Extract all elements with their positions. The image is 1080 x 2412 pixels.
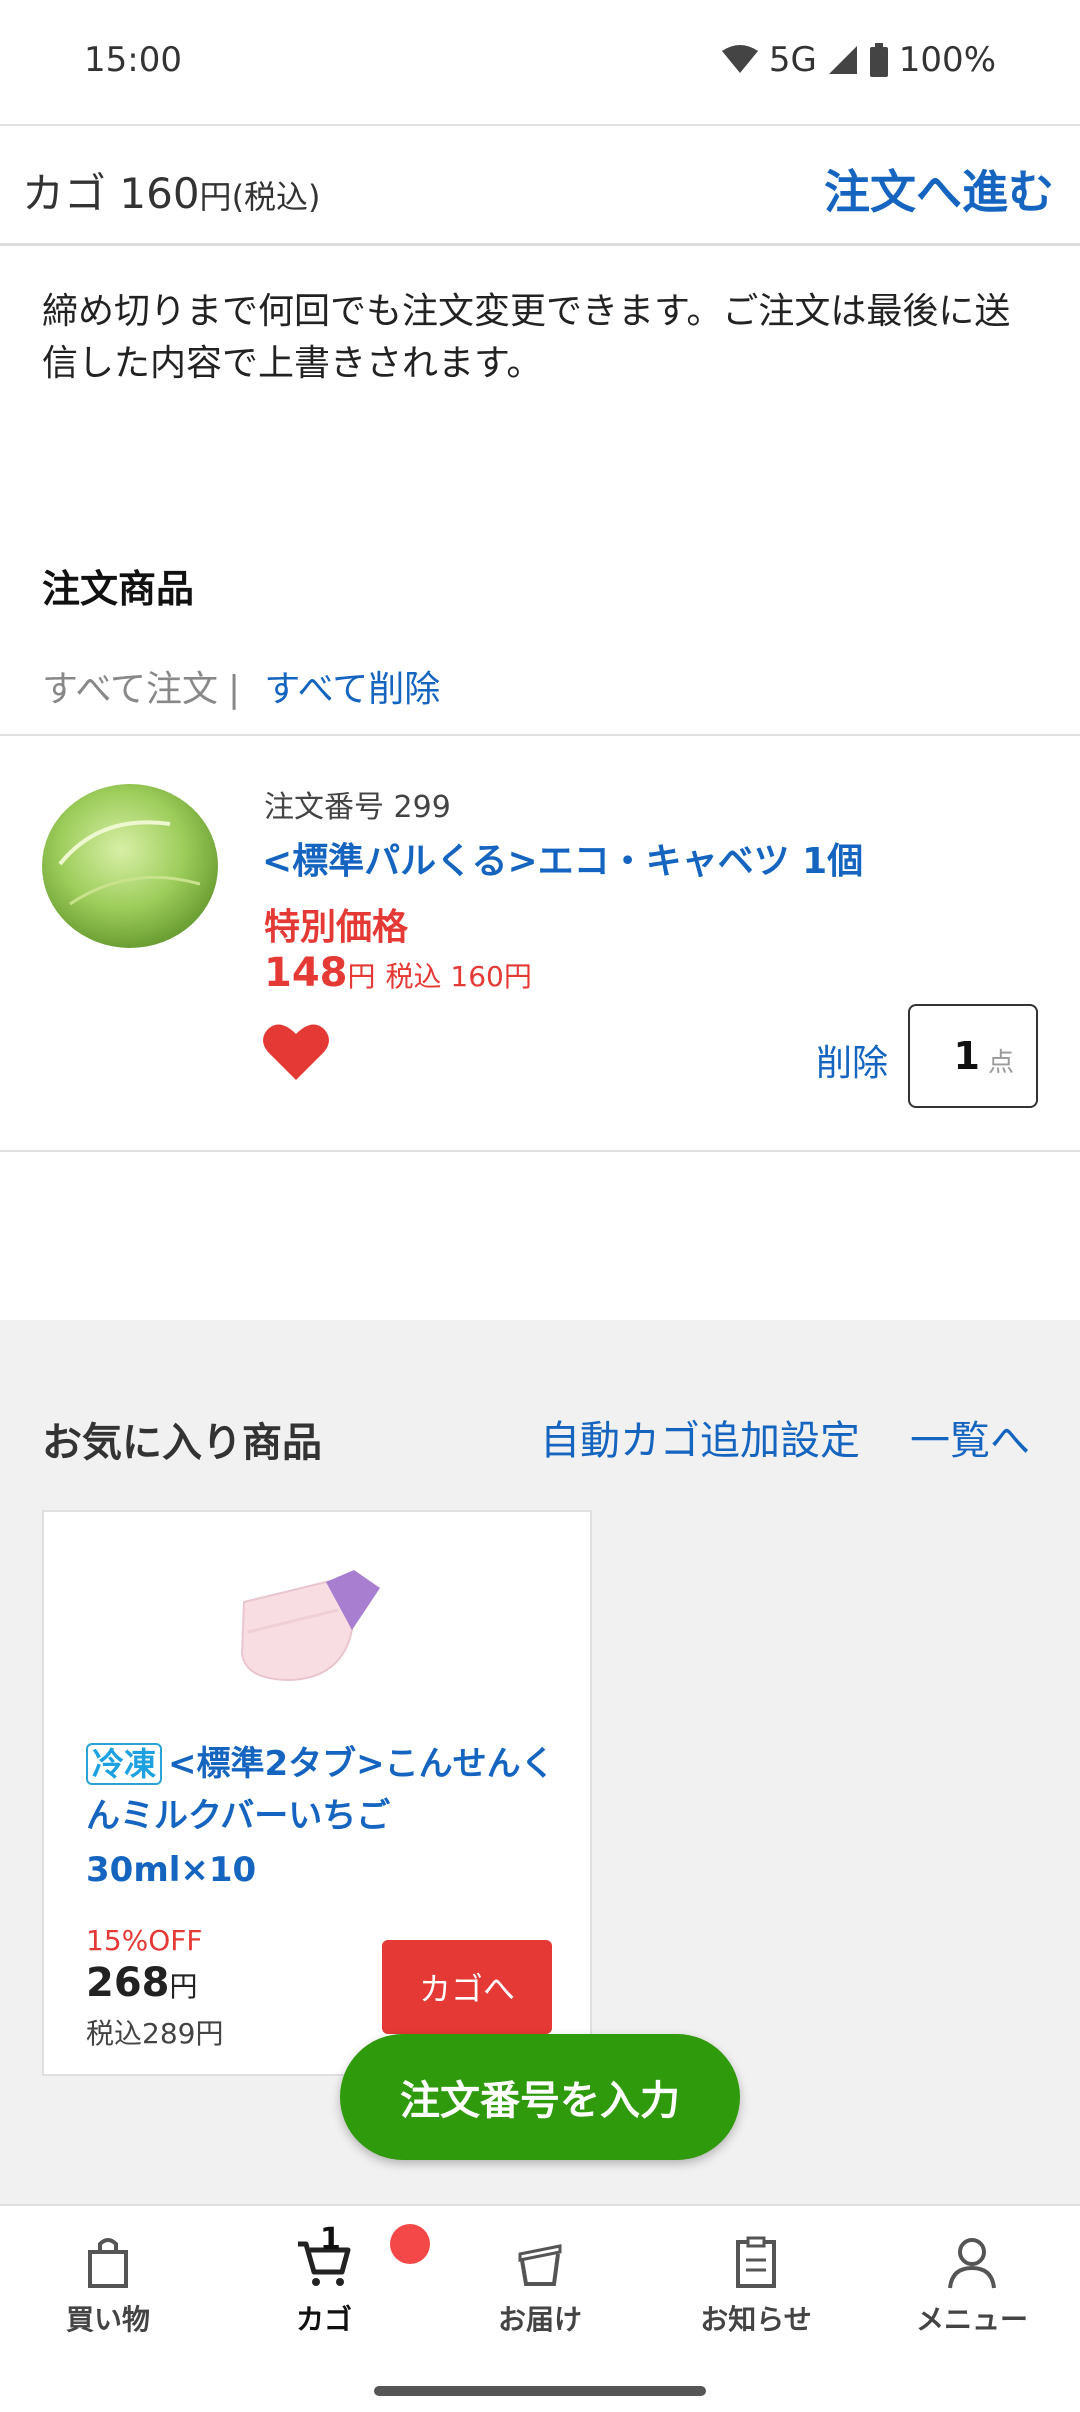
home-indicator[interactable] bbox=[374, 2386, 706, 2396]
status-icons: 5G 100% bbox=[721, 40, 996, 80]
favorite-price-currency: 円 bbox=[169, 1970, 198, 2003]
heart-icon[interactable] bbox=[262, 1020, 330, 1082]
price-value: 148 bbox=[264, 950, 348, 996]
shopping-bag-icon bbox=[88, 2238, 128, 2288]
quantity-unit: 点 bbox=[987, 1048, 1014, 1078]
order-change-notice: 締め切りまで何回でも注文変更できます。ご注文は最後に送信した内容で上書きされます… bbox=[42, 291, 1011, 384]
cart-summary: カゴ 160円(税込) bbox=[22, 160, 321, 221]
bulk-separator: | bbox=[228, 669, 241, 710]
battery-icon bbox=[869, 43, 888, 77]
favorites-list-link[interactable]: 一覧へ bbox=[910, 1408, 1030, 1466]
notification-dot bbox=[390, 2224, 430, 2264]
nav-shopping[interactable]: 買い物 bbox=[18, 2232, 198, 2338]
nav-label-cart: カゴ bbox=[295, 2303, 352, 2336]
special-price-label: 特別価格 bbox=[264, 907, 409, 948]
item-price: 148円 税込 160円 bbox=[264, 950, 532, 996]
favorite-product-name[interactable]: 冷凍 <標準2タブ>こんせんくんミルクバーいちご bbox=[86, 1738, 556, 1842]
nav-label-notices: お知らせ bbox=[700, 2303, 812, 2336]
cart-currency: 円 bbox=[199, 178, 232, 216]
divider bbox=[0, 734, 1080, 736]
clipboard-icon bbox=[736, 2236, 776, 2288]
quantity-value: 1 bbox=[953, 1034, 980, 1078]
nav-notices[interactable]: お知らせ bbox=[666, 2232, 846, 2338]
item-name-link[interactable]: <標準パルくる>エコ・キャベツ 1個 bbox=[262, 832, 863, 884]
cabbage-image[interactable] bbox=[40, 774, 220, 950]
quantity-input[interactable]: 1 点 bbox=[908, 1004, 1038, 1108]
item-delete-link[interactable]: 削除 bbox=[816, 1034, 888, 1086]
nav-cart[interactable]: 1 カゴ bbox=[234, 2222, 414, 2338]
status-time: 15:00 bbox=[84, 40, 182, 80]
cart-label: カゴ bbox=[22, 169, 107, 218]
signal-icon bbox=[828, 46, 857, 74]
wifi-icon bbox=[721, 45, 758, 73]
network-label: 5G bbox=[768, 40, 817, 80]
cart-total: 160 bbox=[119, 169, 200, 218]
favorite-price-with-tax: 税込289円 bbox=[86, 2017, 224, 2050]
person-icon bbox=[948, 2238, 996, 2289]
favorite-price: 268円 bbox=[86, 1960, 198, 2006]
enter-order-number-button[interactable]: 注文番号を入力 bbox=[340, 2034, 740, 2160]
cart-header: カゴ 160円(税込) 注文へ進む bbox=[0, 124, 1080, 246]
nav-label-delivery: お届け bbox=[497, 2303, 582, 2336]
favorite-product-card[interactable]: 冷凍 <標準2タブ>こんせんくんミルクバーいちご 30ml×10 15%OFF 2… bbox=[42, 1510, 592, 2076]
status-bar: 15:00 5G 100% bbox=[0, 0, 1080, 124]
cart-tax-note: (税込) bbox=[231, 178, 321, 216]
delete-all-link[interactable]: すべて削除 bbox=[264, 669, 440, 710]
add-to-cart-button[interactable]: カゴへ bbox=[382, 1940, 552, 2034]
cart-count-badge: 1 bbox=[320, 2222, 341, 2257]
order-section-title: 注文商品 bbox=[42, 567, 195, 611]
favorite-product-size: 30ml×10 bbox=[86, 1850, 257, 1890]
nav-menu[interactable]: メニュー bbox=[882, 2232, 1062, 2338]
discount-label: 15%OFF bbox=[86, 1924, 203, 1957]
auto-cart-settings-link[interactable]: 自動カゴ追加設定 bbox=[540, 1408, 860, 1466]
bottom-nav: 買い物 1 カゴ お届け お知らせ メニュー bbox=[0, 2204, 1080, 2412]
checkout-link[interactable]: 注文へ進む bbox=[824, 156, 1054, 222]
bulk-actions: すべて注文 | すべて削除 bbox=[42, 660, 440, 712]
order-all-link[interactable]: すべて注文 bbox=[42, 669, 218, 710]
frozen-badge: 冷凍 bbox=[86, 1743, 163, 1785]
nav-label-shopping: 買い物 bbox=[65, 2303, 150, 2336]
divider bbox=[0, 1150, 1080, 1152]
nav-delivery[interactable]: お届け bbox=[450, 2232, 630, 2338]
price-currency: 円 bbox=[347, 960, 376, 993]
nav-label-menu: メニュー bbox=[915, 2303, 1028, 2336]
order-number: 注文番号 299 bbox=[264, 790, 451, 825]
price-with-tax: 税込 160円 bbox=[385, 960, 532, 993]
milk-bar-image[interactable] bbox=[234, 1562, 394, 1692]
favorite-price-value: 268 bbox=[86, 1960, 170, 2006]
favorites-title: お気に入り商品 bbox=[42, 1420, 322, 1466]
delivery-box-icon bbox=[518, 2244, 562, 2286]
battery-label: 100% bbox=[898, 40, 996, 80]
